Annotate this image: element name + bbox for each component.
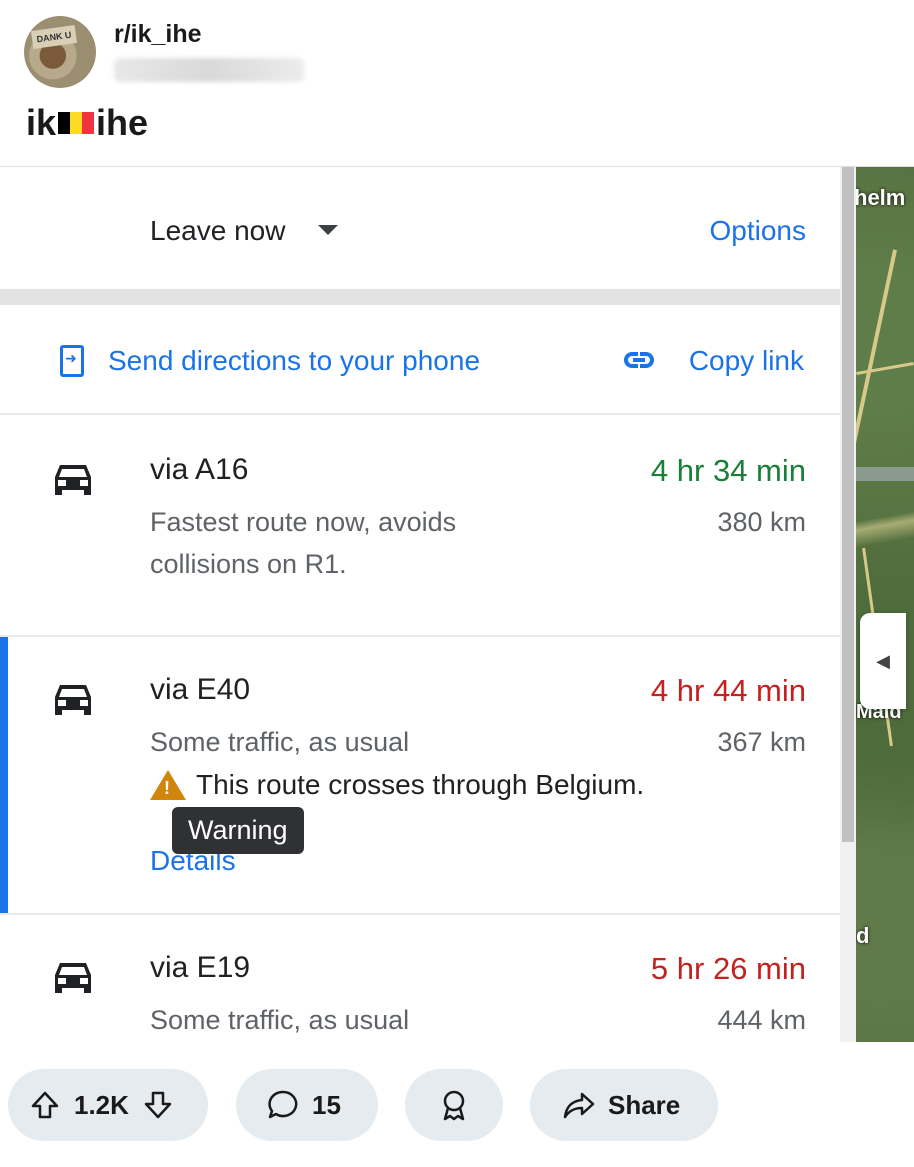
route-name: via E40: [150, 673, 251, 706]
belgium-flag-icon: [58, 112, 95, 134]
route-duration: 4 hr 44 min: [650, 673, 806, 708]
award-button[interactable]: [405, 1069, 503, 1141]
post-title-prefix: ik: [26, 102, 57, 143]
options-button[interactable]: Options: [710, 215, 807, 247]
panel-scrollbar[interactable]: [840, 167, 856, 1042]
car-icon: [55, 685, 91, 715]
share-icon: [563, 1092, 595, 1119]
post-title-suffix: ihe: [96, 102, 149, 143]
route-description: Some traffic, as usual: [150, 727, 410, 757]
blurred-username: [114, 58, 304, 82]
route-duration: 4 hr 34 min: [650, 453, 806, 488]
phone-send-icon[interactable]: [60, 345, 84, 377]
satellite-map[interactable]: helm Mald d: [856, 167, 914, 1042]
warning-icon: [150, 770, 186, 800]
comments-button[interactable]: 15: [236, 1069, 378, 1141]
route-option-selected[interactable]: via E40 4 hr 44 min Some traffic, as usu…: [0, 637, 840, 915]
award-icon: [443, 1090, 465, 1121]
send-directions-link[interactable]: Send directions to your phone: [108, 345, 480, 377]
route-name: via A16: [150, 453, 249, 486]
scrollbar-thumb[interactable]: [842, 167, 854, 842]
share-label: Share: [608, 1089, 681, 1120]
share-row: Send directions to your phone Copy link: [0, 305, 840, 415]
post-action-bar: 1.2K 15 Share: [0, 1042, 914, 1167]
chevron-left-icon: ◀: [876, 650, 890, 671]
route-warning: This route crosses through Belgium.: [150, 769, 644, 801]
vote-pill: 1.2K: [8, 1069, 208, 1141]
share-button[interactable]: Share: [530, 1069, 718, 1141]
subreddit-avatar[interactable]: DANK U: [24, 16, 96, 88]
warning-tooltip: Warning: [172, 807, 304, 854]
upvote-icon[interactable]: [30, 1090, 60, 1120]
link-icon[interactable]: [622, 347, 656, 379]
route-description: Some traffic, as usual: [150, 1005, 410, 1035]
departure-row: Leave now Options: [0, 167, 840, 289]
comment-count: 15: [312, 1089, 341, 1120]
map-place-label: helm: [856, 185, 906, 210]
car-icon: [55, 465, 91, 495]
car-icon: [55, 963, 91, 993]
route-distance: 380 km: [717, 507, 806, 537]
post-title: ik ihe: [26, 102, 148, 144]
route-duration: 5 hr 26 min: [650, 951, 806, 986]
copy-link-button[interactable]: Copy link: [689, 345, 804, 377]
maps-screenshot: Leave now Options Send directions to you…: [0, 166, 914, 1042]
post-header: DANK U r/ik_ihe ik ihe: [0, 0, 914, 166]
warning-text: This route crosses through Belgium.: [196, 769, 645, 800]
downvote-icon[interactable]: [143, 1090, 173, 1120]
collapse-panel-button[interactable]: ◀: [860, 613, 906, 709]
avatar-sign-text: DANK U: [30, 25, 78, 49]
route-option[interactable]: via A16 4 hr 34 min Fastest route now, a…: [0, 417, 840, 637]
route-distance: 444 km: [717, 1005, 806, 1035]
route-description: Fastest route now, avoids collisions on …: [150, 507, 457, 579]
leave-now-dropdown[interactable]: Leave now: [150, 215, 285, 247]
subreddit-name[interactable]: r/ik_ihe: [114, 20, 202, 49]
route-option[interactable]: via E19 5 hr 26 min Some traffic, as usu…: [0, 915, 840, 1042]
map-place-label: d: [856, 923, 870, 948]
route-distance: 367 km: [717, 727, 806, 757]
directions-panel: Leave now Options Send directions to you…: [0, 167, 840, 1042]
route-name: via E19: [150, 951, 251, 984]
dropdown-caret-icon[interactable]: [318, 225, 338, 235]
comment-icon: [268, 1090, 298, 1119]
vote-count: 1.2K: [74, 1089, 129, 1120]
section-divider: [0, 289, 840, 305]
